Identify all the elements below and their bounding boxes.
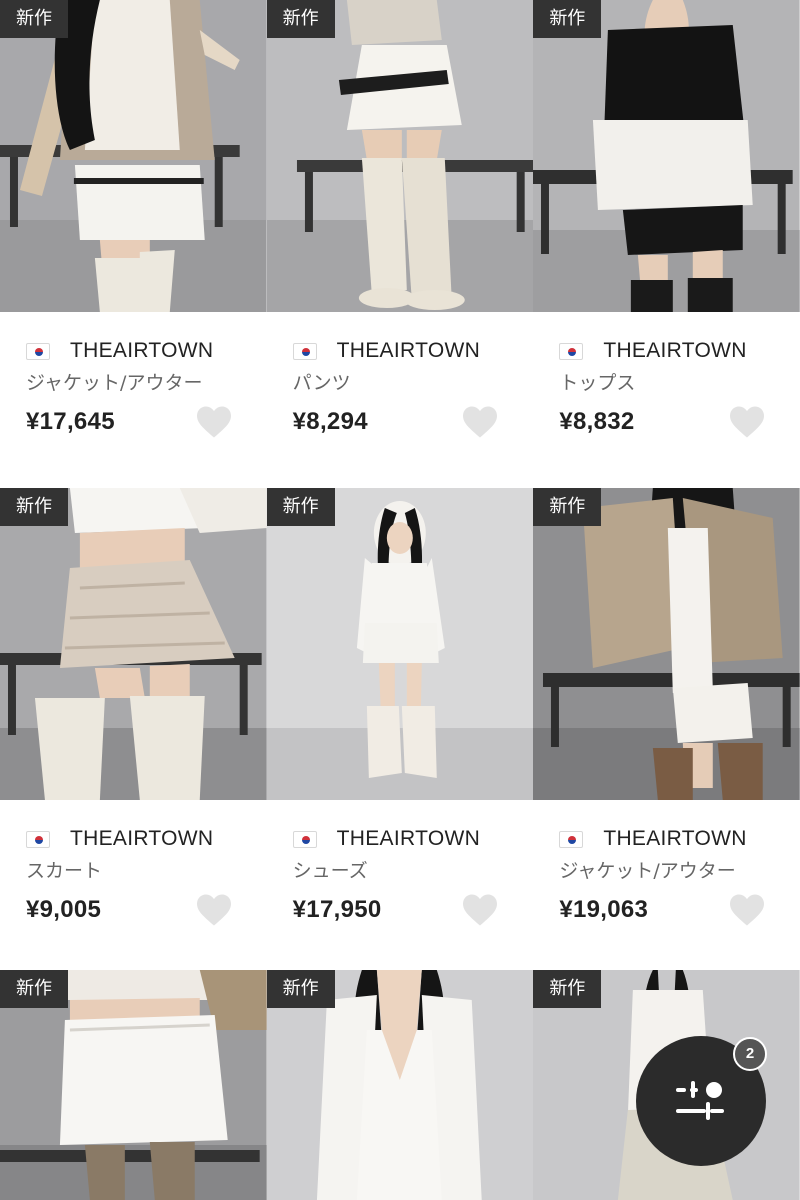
favorite-heart-icon[interactable] xyxy=(195,893,233,927)
product-price: ¥8,294 xyxy=(292,408,368,435)
product-photo[interactable]: 新作 xyxy=(533,0,800,312)
product-info: THEAIRTOWN ジャケット/アウター ¥19,063 xyxy=(533,800,800,976)
new-badge: 新作 xyxy=(0,0,68,38)
favorite-heart-icon[interactable] xyxy=(461,405,499,439)
product-card[interactable]: 新作 THEAIRTOWN ジャケット/アウター ¥19,063 xyxy=(533,488,800,976)
filter-count-badge: 2 xyxy=(733,1037,767,1071)
new-badge: 新作 xyxy=(266,970,335,1008)
product-category: ジャケット/アウター xyxy=(559,860,736,882)
product-category: トップス xyxy=(559,372,636,394)
korea-flag-icon xyxy=(26,830,50,848)
product-card[interactable]: 新作 THEAIRTOWN パンツ ¥8,294 xyxy=(266,0,534,488)
korea-flag-icon xyxy=(292,342,317,360)
brand-line: THEAIRTOWN xyxy=(292,824,480,854)
brand-name[interactable]: THEAIRTOWN xyxy=(70,339,213,363)
product-row: 新作 THEAIRTOWN スカート ¥9,005 新作 THEAIRTOWN … xyxy=(0,488,800,976)
new-badge: 新作 xyxy=(533,970,602,1008)
product-info: THEAIRTOWN トップス ¥8,832 xyxy=(533,312,800,488)
favorite-heart-icon[interactable] xyxy=(728,893,766,927)
product-photo[interactable]: 新作 xyxy=(266,0,534,312)
product-price: ¥17,645 xyxy=(26,408,115,435)
product-info: THEAIRTOWN スカート ¥9,005 xyxy=(0,800,267,976)
product-category: シューズ xyxy=(292,860,368,882)
product-card[interactable]: 新作 THEAIRTOWN トップス ¥8,832 xyxy=(533,0,800,488)
product-info: THEAIRTOWN ジャケット/アウター ¥17,645 xyxy=(0,312,267,488)
brand-line: THEAIRTOWN xyxy=(559,824,746,854)
new-badge: 新作 xyxy=(0,488,68,526)
product-photo[interactable]: 新作 xyxy=(0,488,267,800)
brand-name[interactable]: THEAIRTOWN xyxy=(70,827,213,851)
product-photo[interactable]: 新作 xyxy=(0,970,267,1200)
brand-line: THEAIRTOWN xyxy=(292,336,480,366)
new-badge: 新作 xyxy=(266,0,335,38)
product-price: ¥8,832 xyxy=(559,408,635,435)
brand-line: THEAIRTOWN xyxy=(26,824,213,854)
brand-name[interactable]: THEAIRTOWN xyxy=(603,827,746,851)
product-price: ¥17,950 xyxy=(292,896,382,923)
product-photo[interactable]: 新作 xyxy=(266,970,534,1200)
korea-flag-icon xyxy=(26,342,50,360)
korea-flag-icon xyxy=(559,342,584,360)
product-card[interactable]: 新作 xyxy=(0,970,267,1200)
new-badge: 新作 xyxy=(533,0,602,38)
product-price: ¥19,063 xyxy=(559,896,649,923)
product-category: パンツ xyxy=(292,372,351,394)
new-badge: 新作 xyxy=(533,488,602,526)
brand-line: THEAIRTOWN xyxy=(559,336,746,366)
brand-name[interactable]: THEAIRTOWN xyxy=(603,339,746,363)
product-card[interactable]: 新作 THEAIRTOWN ジャケット/アウター ¥17,645 xyxy=(0,0,267,488)
sliders-icon xyxy=(676,1081,724,1120)
product-row: 新作 THEAIRTOWN ジャケット/アウター ¥17,645 新作 THEA… xyxy=(0,0,800,488)
product-category: ジャケット/アウター xyxy=(26,372,203,394)
favorite-heart-icon[interactable] xyxy=(461,893,499,927)
product-category: スカート xyxy=(26,860,103,882)
brand-name[interactable]: THEAIRTOWN xyxy=(337,827,480,851)
new-badge: 新作 xyxy=(266,488,335,526)
product-price: ¥9,005 xyxy=(26,896,102,923)
product-photo[interactable]: 新作 xyxy=(533,488,800,800)
product-photo[interactable]: 新作 xyxy=(0,0,267,312)
brand-line: THEAIRTOWN xyxy=(26,336,213,366)
product-info: THEAIRTOWN シューズ ¥17,950 xyxy=(267,800,534,976)
brand-name[interactable]: THEAIRTOWN xyxy=(337,339,480,363)
product-card[interactable]: 新作 xyxy=(266,970,534,1200)
korea-flag-icon xyxy=(559,830,584,848)
favorite-heart-icon[interactable] xyxy=(728,405,766,439)
korea-flag-icon xyxy=(292,830,317,848)
new-badge: 新作 xyxy=(0,970,68,1008)
product-card[interactable]: 新作 THEAIRTOWN スカート ¥9,005 xyxy=(0,488,267,976)
favorite-heart-icon[interactable] xyxy=(195,405,233,439)
product-photo[interactable]: 新作 xyxy=(266,488,534,800)
product-card[interactable]: 新作 THEAIRTOWN シューズ ¥17,950 xyxy=(266,488,534,976)
product-info: THEAIRTOWN パンツ ¥8,294 xyxy=(267,312,534,488)
